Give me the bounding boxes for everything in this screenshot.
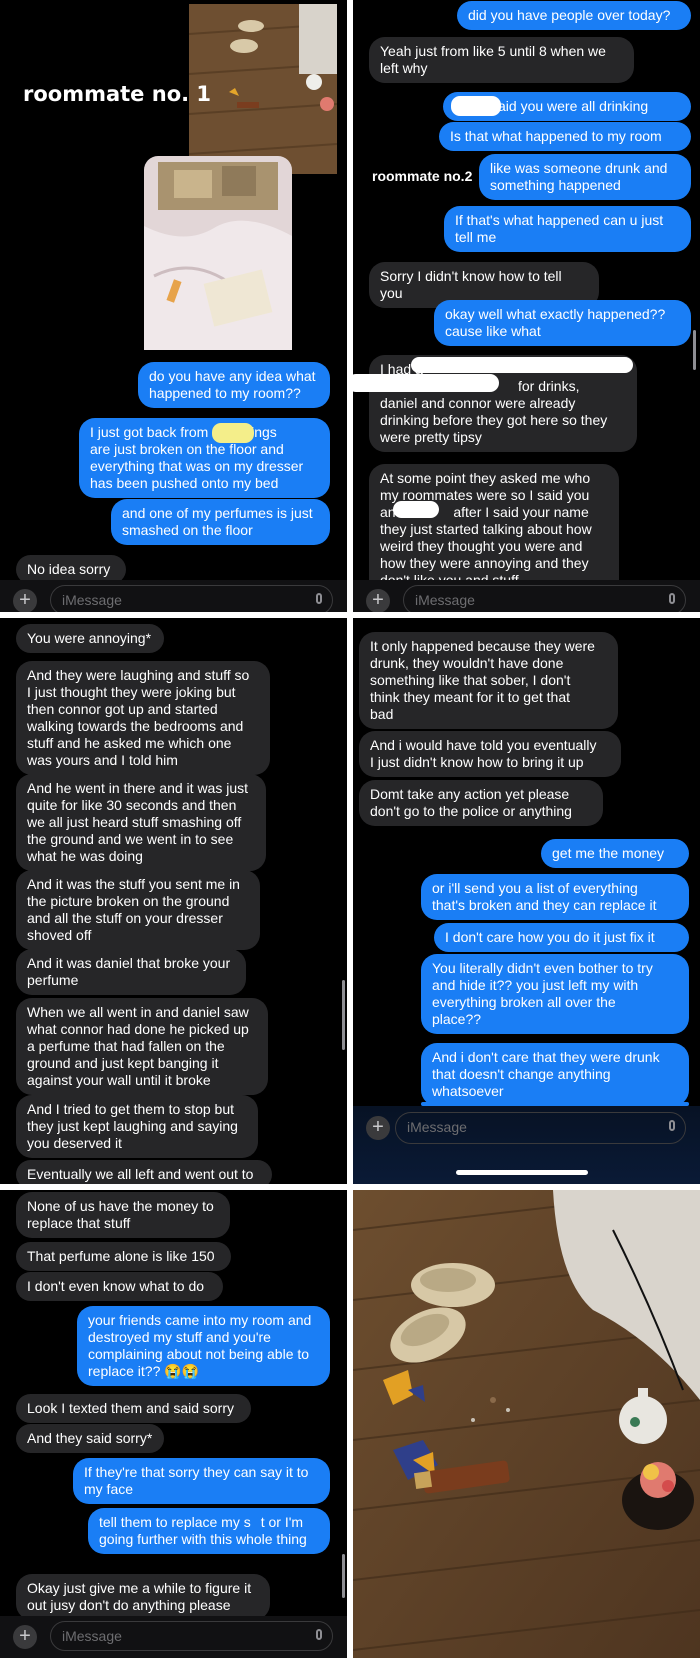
scroll-indicator[interactable]	[693, 330, 696, 370]
input-placeholder: iMessage	[415, 592, 475, 608]
photo-floor-closeup[interactable]	[353, 1190, 700, 1658]
redaction-mark	[353, 374, 499, 392]
message-bubble-outgoing: your friends came into my room and destro…	[77, 1306, 330, 1386]
message-bubble-outgoing: like was someone drunk and something happ…	[479, 154, 691, 200]
imessage-input[interactable]: iMessage	[395, 1112, 686, 1144]
message-bubble-incoming: Domt take any action yet please don't go …	[359, 780, 603, 826]
photo-floor-thumbnail[interactable]	[189, 4, 337, 174]
microphone-icon[interactable]	[669, 1120, 675, 1131]
message-bubble-incoming: Yeah just from like 5 until 8 when we lef…	[369, 37, 634, 83]
chat-panel-continued-2: It only happened because they were drunk,…	[353, 618, 700, 1184]
photo-floor-damage	[353, 1190, 700, 1658]
message-bubble-outgoing: And i don't care that they were drunk tha…	[421, 1043, 689, 1106]
message-bubble-outgoing: If they're that sorry they can say it to…	[73, 1458, 330, 1504]
imessage-input[interactable]: iMessage	[50, 585, 333, 612]
input-placeholder: iMessage	[62, 1628, 122, 1644]
message-bubble-incoming: Okay just give me a while to figure it ou…	[16, 1574, 270, 1620]
chat-panel-continued-3: None of us have the money to replace that…	[0, 1190, 347, 1658]
annotation-roommate-2: roommate no.2	[372, 168, 473, 184]
message-bubble-outgoing: did you have people over today?	[457, 1, 691, 30]
message-bubble-outgoing: get me the money	[541, 839, 689, 868]
redaction-mark	[393, 501, 439, 518]
annotation-roommate-1: roommate no. 1	[23, 82, 212, 106]
scroll-indicator[interactable]	[342, 1554, 345, 1598]
microphone-icon[interactable]	[316, 1629, 322, 1640]
plus-icon[interactable]: +	[366, 1116, 390, 1140]
message-bubble-incoming: And he went in there and it was just quit…	[16, 774, 266, 871]
message-bubble-incoming: At some point they asked me who my roomma…	[369, 464, 619, 580]
message-bubble-incoming: It only happened because they were drunk,…	[359, 632, 618, 729]
message-bubble-incoming: And it was daniel that broke your perfume	[16, 949, 246, 995]
message-bubble-outgoing: and one of my perfumes is just smashed on…	[111, 499, 330, 545]
message-bubble-outgoing: I just got back from and things are just…	[79, 418, 330, 498]
message-bubble-incoming: And it was the stuff you sent me in the p…	[16, 870, 260, 950]
message-bubble-outgoing: You literally didn't even bother to try a…	[421, 954, 689, 1034]
microphone-icon[interactable]	[669, 593, 675, 604]
message-bubble-outgoing: tell them to replace my st or I'm going …	[88, 1508, 330, 1554]
chat-panel-continued: You were annoying* And they were laughin…	[0, 618, 347, 1184]
imessage-input[interactable]: iMessage	[50, 1621, 333, 1651]
highlight-redaction	[212, 423, 254, 443]
scroll-indicator[interactable]	[342, 980, 345, 1050]
message-composer: + iMessage	[0, 1616, 347, 1658]
message-bubble-outgoing: okay well what exactly happened?? cause l…	[434, 300, 691, 346]
message-bubble-incoming: I don't even know what to do	[16, 1272, 223, 1301]
microphone-icon[interactable]	[316, 593, 322, 604]
message-bubble-incoming: You were annoying*	[16, 624, 164, 653]
photo-bed-thumbnail[interactable]	[144, 156, 292, 350]
plus-icon[interactable]: +	[13, 1625, 37, 1649]
message-bubble-incoming: That perfume alone is like 150	[16, 1242, 231, 1271]
input-placeholder: iMessage	[407, 1119, 467, 1135]
chat-panel-roommate-1: roommate no. 1 do you have any idea what…	[0, 0, 347, 612]
message-bubble-incoming: And they said sorry*	[16, 1424, 164, 1453]
plus-icon[interactable]: +	[13, 589, 37, 612]
message-bubble-incoming: And I tried to get them to stop but they …	[16, 1095, 258, 1158]
message-bubble-incoming: None of us have the money to replace that…	[16, 1192, 230, 1238]
clipped-message-container: At some point they asked me who my roomma…	[369, 464, 619, 580]
message-bubble-outgoing: I don't care how you do it just fix it	[434, 923, 689, 952]
chat-panel-roommate-2: did you have people over today? Yeah jus…	[353, 0, 700, 612]
message-bubble-incoming: And i would have told you eventually I ju…	[359, 731, 621, 777]
input-placeholder: iMessage	[62, 592, 122, 608]
imessage-input[interactable]: iMessage	[403, 585, 686, 612]
home-indicator[interactable]	[456, 1170, 588, 1175]
message-bubble-outgoing: or i'll send you a list of everything tha…	[421, 874, 689, 920]
message-bubble-incoming: Look I texted them and said sorry	[16, 1394, 251, 1423]
redaction-mark	[411, 357, 633, 373]
message-bubble-incoming: And they were laughing and stuff so I jus…	[16, 661, 270, 775]
composer-area: + iMessage	[353, 1106, 700, 1184]
message-bubble-outgoing: Is that what happened to my room	[439, 122, 691, 151]
message-composer: + iMessage	[353, 580, 700, 612]
message-bubble-outgoing: do you have any idea what happened to my …	[138, 362, 330, 408]
message-bubble-outgoing: If that's what happened can u just tell m…	[444, 206, 691, 252]
message-bubble-incoming: When we all went in and daniel saw what c…	[16, 998, 268, 1095]
plus-icon[interactable]: +	[366, 589, 390, 612]
message-composer: + iMessage	[0, 580, 347, 612]
message-bubble-incoming: Eventually we all left and went out to	[16, 1160, 272, 1184]
clipped-message-container: Eventually we all left and went out to	[16, 1160, 276, 1184]
redaction-mark	[451, 96, 501, 116]
